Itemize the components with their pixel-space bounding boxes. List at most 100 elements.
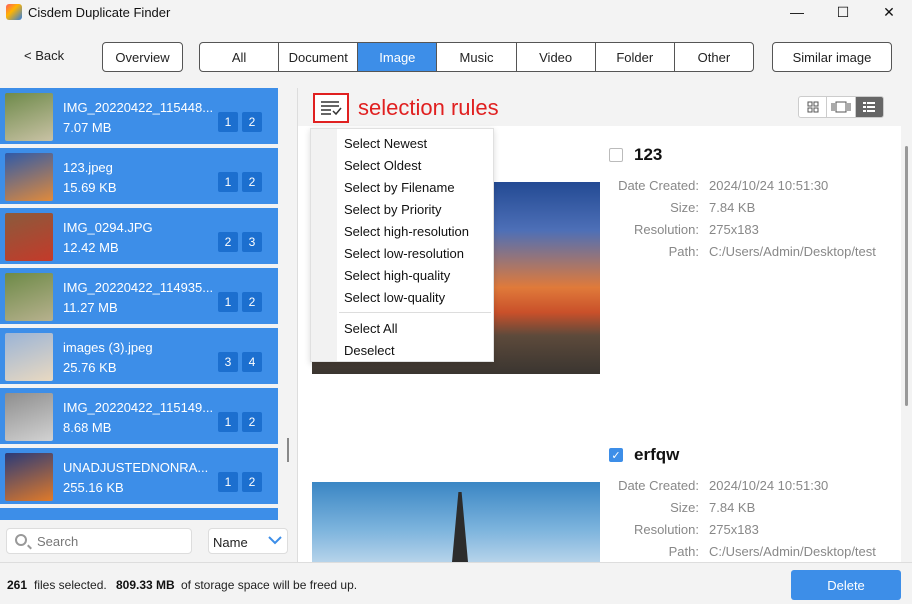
thumbnail	[5, 273, 53, 321]
file-type-tabs: All Document Image Music Video Folder Ot…	[199, 42, 754, 72]
list-item[interactable]: IMG_20220422_114935... 11.27 MB 1 2	[0, 268, 278, 326]
menu-item-select-low-quality[interactable]: Select low-quality	[344, 290, 445, 305]
selection-rules-button[interactable]	[313, 93, 349, 123]
detail-scrollbar[interactable]	[905, 146, 908, 406]
menu-gutter	[311, 129, 337, 361]
chevron-down-icon	[268, 536, 282, 545]
checkmark-icon: ✓	[611, 449, 621, 462]
date-created-value: 2024/10/24 10:51:30	[709, 478, 829, 493]
menu-item-select-by-priority[interactable]: Select by Priority	[344, 202, 442, 217]
group-name: UNADJUSTEDNONRA...	[63, 460, 209, 475]
filmstrip-view-button[interactable]	[827, 97, 856, 117]
list-item[interactable]: UNADJUSTEDNONRA... 255.16 KB 1 2	[0, 448, 278, 506]
grid-view-icon	[807, 101, 819, 113]
list-view-button[interactable]	[855, 97, 883, 117]
count-badge: 1	[218, 292, 238, 312]
count-badge: 1	[218, 172, 238, 192]
file-checkbox[interactable]	[609, 148, 623, 162]
filmstrip-view-icon	[831, 101, 851, 113]
size-value: 7.84 KB	[709, 500, 756, 515]
group-name: 123.jpeg	[63, 160, 113, 175]
tab-music[interactable]: Music	[437, 43, 517, 71]
file-title: erfqw	[634, 445, 680, 464]
tab-folder[interactable]: Folder	[596, 43, 675, 71]
date-created-value: 2024/10/24 10:51:30	[709, 178, 829, 193]
count-badge: 2	[242, 172, 262, 192]
menu-item-select-low-resolution[interactable]: Select low-resolution	[344, 246, 464, 261]
overview-button[interactable]: Overview	[102, 42, 183, 72]
freed-size: 809.33 MB	[116, 578, 175, 592]
menu-separator	[339, 312, 491, 313]
status-bar: 261 files selected. 809.33 MB of storage…	[0, 562, 912, 604]
delete-button[interactable]: Delete	[791, 570, 901, 600]
group-name: IMG_20220422_115448...	[63, 100, 214, 115]
resolution-value: 275x183	[709, 522, 759, 537]
menu-item-select-by-filename[interactable]: Select by Filename	[344, 180, 455, 195]
minimize-button[interactable]: —	[774, 0, 820, 24]
tab-document[interactable]: Document	[279, 43, 359, 71]
tab-image[interactable]: Image	[358, 43, 438, 71]
menu-item-select-high-quality[interactable]: Select high-quality	[344, 268, 450, 283]
group-size: 25.76 KB	[63, 360, 117, 375]
path-value: C:/Users/Admin/Desktop/test	[709, 544, 876, 559]
back-button[interactable]: < Back	[24, 48, 64, 63]
resolution-label: Resolution:	[633, 522, 699, 537]
thumbnail	[5, 153, 53, 201]
group-name: IMG_20220422_115149...	[63, 400, 214, 415]
maximize-icon: ☐	[836, 3, 850, 20]
list-item[interactable]: IMG_20220422_115448... 7.07 MB 1 2	[0, 88, 278, 146]
date-created-label: Date Created:	[618, 478, 699, 493]
duplicate-group-list[interactable]: IMG_20220422_115448... 7.07 MB 1 2 123.j…	[0, 88, 297, 520]
grid-view-button[interactable]	[799, 97, 828, 117]
tower-silhouette	[452, 492, 468, 562]
list-item[interactable]: IMG_0294.JPG 12.42 MB 2 3	[0, 208, 278, 266]
list-item[interactable]: images (3).jpeg 25.76 KB 3 4	[0, 328, 278, 386]
tab-video[interactable]: Video	[517, 43, 596, 71]
tab-other[interactable]: Other	[675, 43, 753, 71]
count-badge: 3	[218, 352, 238, 372]
similar-image-button[interactable]: Similar image	[772, 42, 892, 72]
selection-rules-menu: Select Newest Select Oldest Select by Fi…	[310, 128, 494, 362]
path-value: C:/Users/Admin/Desktop/test	[709, 244, 876, 259]
toolbar: < Back Overview All Document Image Music…	[0, 24, 912, 88]
image-preview[interactable]	[312, 482, 600, 562]
count-badge: 2	[242, 412, 262, 432]
file-checkbox[interactable]: ✓	[609, 448, 623, 462]
menu-item-select-high-resolution[interactable]: Select high-resolution	[344, 224, 469, 239]
count-badge: 2	[242, 292, 262, 312]
selection-rules-icon	[321, 101, 342, 116]
size-label: Size:	[670, 200, 699, 215]
list-scrollbar[interactable]	[287, 438, 289, 462]
list-item[interactable]	[0, 508, 278, 520]
group-name: IMG_0294.JPG	[63, 220, 153, 235]
count-badge: 1	[218, 412, 238, 432]
maximize-button[interactable]: ☐	[820, 0, 866, 24]
path-label: Path:	[668, 544, 699, 559]
sort-dropdown[interactable]: Name	[208, 528, 288, 554]
menu-item-select-all[interactable]: Select All	[344, 321, 397, 336]
close-button[interactable]: ✕	[866, 0, 912, 24]
count-badge: 3	[242, 232, 262, 252]
search-icon	[15, 534, 27, 546]
list-item[interactable]: IMG_20220422_115149... 8.68 MB 1 2	[0, 388, 278, 446]
app-logo-icon	[6, 4, 22, 20]
count-badge: 2	[218, 232, 238, 252]
group-name: IMG_20220422_114935...	[63, 280, 214, 295]
search-box	[6, 528, 192, 554]
thumbnail	[5, 213, 53, 261]
tab-all[interactable]: All	[200, 43, 280, 71]
group-size: 15.69 KB	[63, 180, 117, 195]
size-value: 7.84 KB	[709, 200, 756, 215]
group-size: 11.27 MB	[63, 300, 118, 315]
list-item[interactable]: 123.jpeg 15.69 KB 1 2	[0, 148, 278, 206]
menu-item-select-oldest[interactable]: Select Oldest	[344, 158, 421, 173]
count-badge: 1	[218, 112, 238, 132]
menu-item-deselect[interactable]: Deselect	[344, 343, 395, 358]
menu-item-select-newest[interactable]: Select Newest	[344, 136, 427, 151]
count-badge: 2	[242, 472, 262, 492]
group-size: 8.68 MB	[63, 420, 112, 435]
close-icon: ✕	[883, 3, 895, 20]
thumbnail	[5, 93, 53, 141]
search-input[interactable]	[37, 533, 187, 550]
status-text: files selected.	[34, 578, 107, 592]
